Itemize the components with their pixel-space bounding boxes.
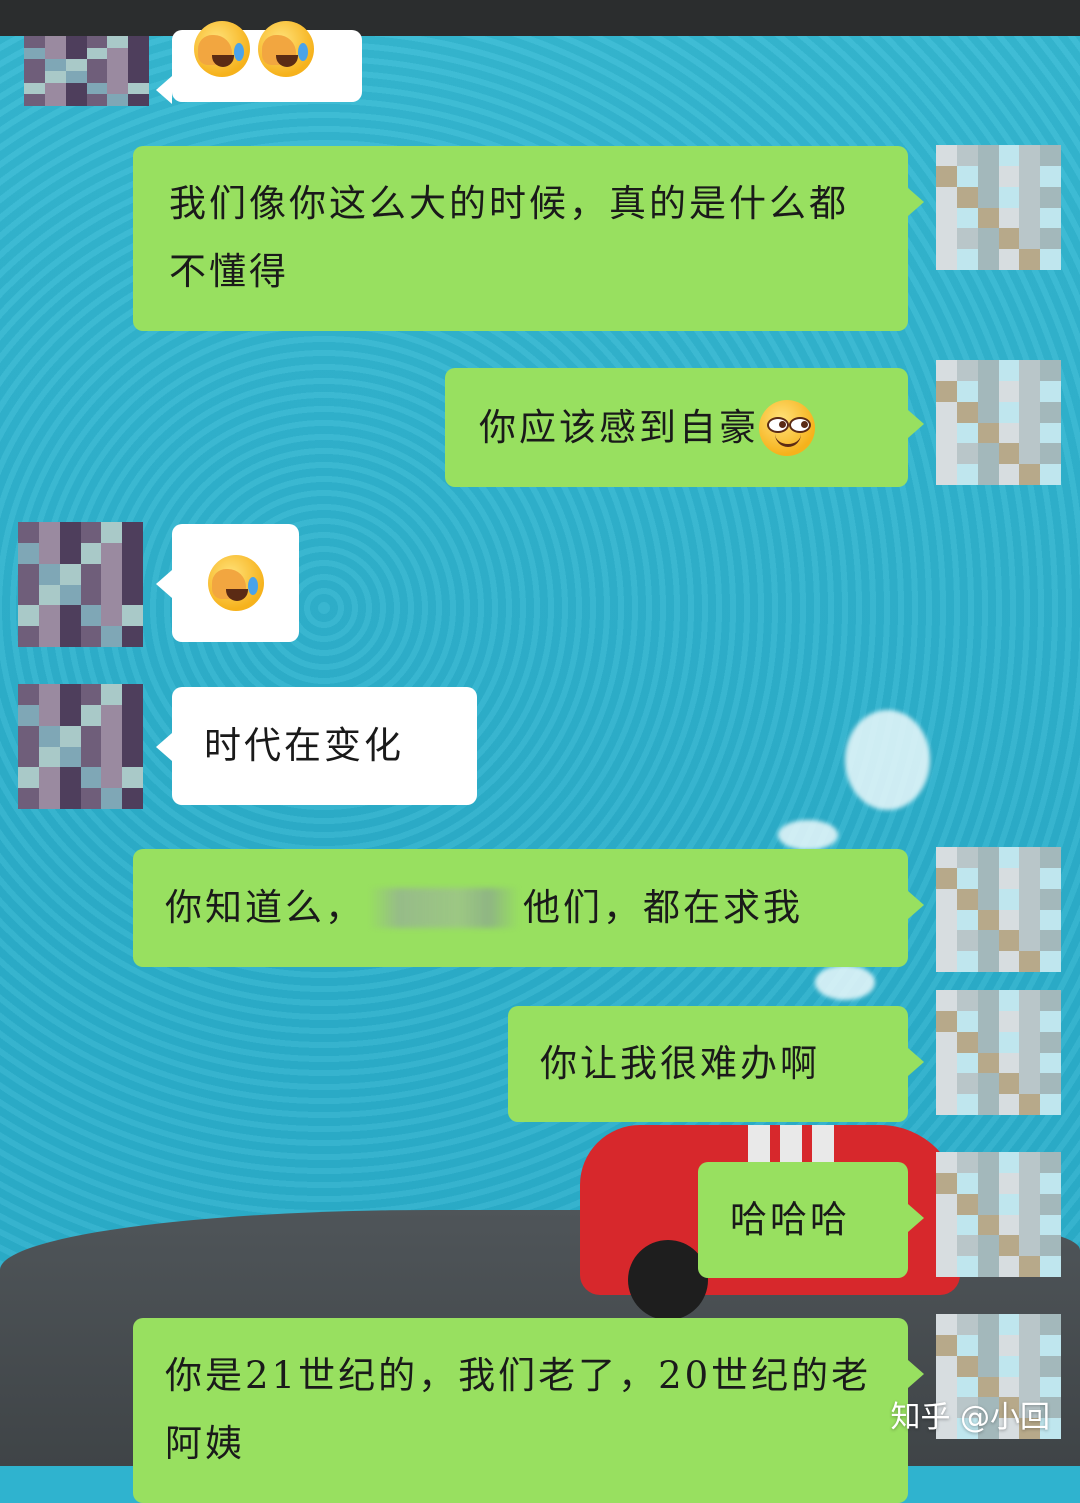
face-palm-crying-icon: [194, 21, 250, 77]
background-cloud: [845, 710, 930, 810]
message-bubble-text[interactable]: 时代在变化: [156, 687, 477, 805]
message-text: 你让我很难办啊: [540, 1042, 820, 1085]
background-car-wheel: [628, 1240, 708, 1320]
message-bubble-text[interactable]: 哈哈哈: [698, 1162, 924, 1278]
face-palm-crying-icon: [258, 21, 314, 77]
message-text: 你知道么，: [165, 886, 365, 929]
message-bubble-text[interactable]: 你是21世纪的，我们老了，20世纪的老阿姨: [133, 1318, 924, 1503]
message-text: 他们，都在求我: [523, 886, 803, 929]
avatar[interactable]: [24, 36, 149, 106]
avatar[interactable]: [936, 145, 1061, 270]
background-car-stripe: [812, 1125, 834, 1165]
redacted-name: [369, 888, 519, 928]
avatar[interactable]: [936, 1152, 1061, 1277]
avatar[interactable]: [18, 522, 143, 647]
message-bubble-text[interactable]: 你知道么， 他们，都在求我: [133, 849, 924, 967]
avatar[interactable]: [18, 684, 143, 809]
message-text: 我们像你这么大的时候，真的是什么都不懂得: [169, 182, 849, 293]
face-palm-crying-icon: [207, 555, 264, 611]
avatar[interactable]: [936, 360, 1061, 485]
background-cloud: [815, 965, 875, 1000]
status-bar: [0, 0, 1080, 36]
message-bubble-emoji[interactable]: [156, 524, 299, 642]
smirking-face-icon: [759, 399, 815, 456]
message-text: 你是21世纪的，我们老了，20世纪的老阿姨: [165, 1354, 872, 1465]
message-text: 时代在变化: [204, 724, 404, 767]
background-cloud: [778, 820, 838, 850]
message-bubble-text[interactable]: 你让我很难办啊: [508, 1006, 924, 1122]
message-bubble-text[interactable]: 你应该感到自豪: [445, 368, 924, 487]
background-car-stripe: [780, 1125, 802, 1165]
message-text: 哈哈哈: [730, 1198, 850, 1241]
message-text: 你应该感到自豪: [479, 405, 759, 449]
watermark: 知乎 @小回: [890, 1400, 1050, 1435]
avatar[interactable]: [936, 847, 1061, 972]
message-bubble-emoji[interactable]: [156, 21, 362, 104]
message-bubble-text[interactable]: 我们像你这么大的时候，真的是什么都不懂得: [133, 146, 924, 331]
background-car-stripe: [748, 1125, 770, 1165]
avatar[interactable]: [936, 990, 1061, 1115]
